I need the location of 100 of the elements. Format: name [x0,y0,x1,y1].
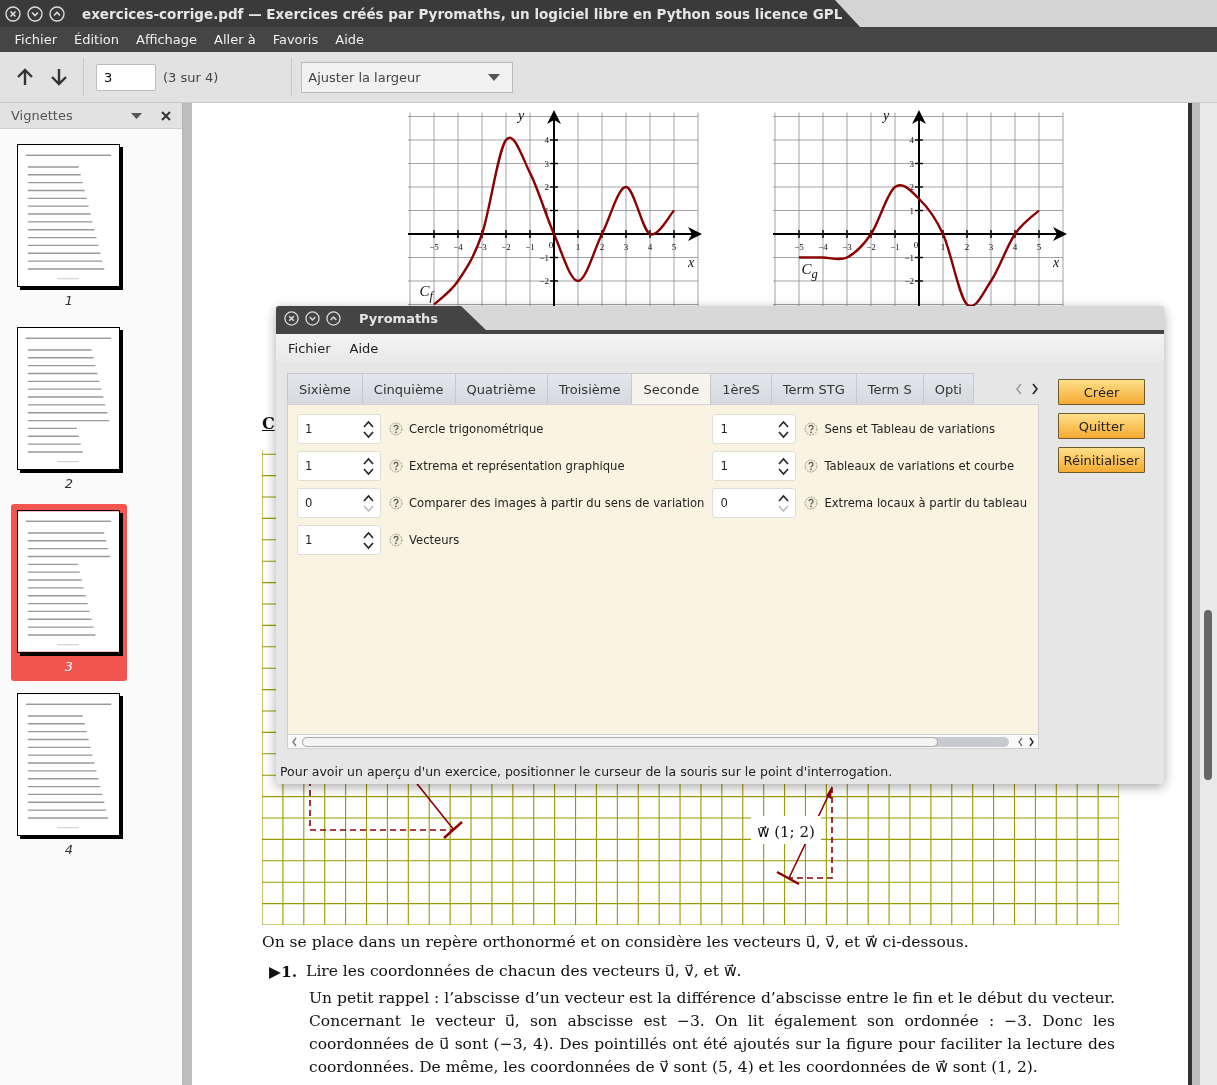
page-thumbnail-item[interactable]: 2 [11,321,127,498]
tick-label: −2 [539,276,549,286]
chevron-right-icon[interactable] [1028,736,1035,747]
tick-label: −1 [890,242,900,252]
tab[interactable]: Term STG [770,373,857,404]
menu-item[interactable]: Fichier [288,340,331,356]
spin-box[interactable]: 1 [712,451,797,481]
arrow-up-icon[interactable] [15,67,35,87]
spin-box[interactable]: 1 [712,414,797,444]
tab[interactable]: Quatrième [454,373,548,404]
menu-item[interactable]: Aide [349,340,379,356]
chevron-right-icon[interactable] [1031,382,1039,395]
spin-down-icon[interactable] [778,467,790,476]
tick-label: −5 [794,242,804,252]
menu-item[interactable]: Favoris [264,32,327,47]
spin-box[interactable]: 1 [297,525,381,555]
exercise-label: Tableaux de variations et courbe [824,459,1014,473]
curve-label: C$_{g}$ [801,261,818,282]
page-thumbnail-item[interactable]: 1 [11,138,127,315]
menu-item[interactable]: Aide [326,32,373,47]
tick-label: −1 [904,252,914,263]
tick-label: −2 [904,276,914,286]
action-button[interactable]: Quitter [1058,413,1145,439]
tick-label: 2 [599,242,605,252]
help-icon[interactable] [804,422,819,436]
minimize-icon[interactable] [27,5,43,22]
tick-label: 4 [647,242,653,252]
help-icon[interactable] [804,496,819,510]
status-text: Pour avoir un aperçu d'un exercice, positionner le curseur de la souris sur le point d'interrogation. [280,764,894,779]
page-number-label: 2 [64,476,74,493]
explanation-paragraph: Un petit rappel : l’abscisse d’un vecteur est la différence d’abscisse entre le fin et le début du vecteur. Concernant le vecteur u⃗, son abscisse est −3. On lit également son ordonnée : −3. Donc les coordonnées de u⃗ sont (−3, 4). Des pointillés ont été ajoutés sur la figure pour faciliter la lecture des coordonnées. De même, les coordonnées de v⃗ sont (5, 4) et les coordonnées de w⃗ sont (1, 2). [309,988,1115,1078]
menu-item[interactable]: Aller à [205,32,265,47]
tab[interactable]: 1èreS [710,373,772,404]
tick-label: 3 [544,158,549,169]
exercise-label: Comparer des images à partir du sens de variation [409,496,705,510]
action-button[interactable]: Créer [1058,379,1145,405]
scrollbar-thumb[interactable] [302,736,939,747]
page-number-label: 3 [64,659,74,676]
scrollbar[interactable] [287,735,1039,749]
menu-item[interactable]: Fichier [6,32,66,47]
spin-up-icon[interactable] [363,456,374,465]
close-icon[interactable] [161,110,171,121]
help-icon[interactable] [804,459,819,473]
spin-up-icon[interactable] [778,493,790,502]
maximize-icon[interactable] [49,5,65,22]
page-count: (3 sur 4) [163,69,219,85]
tab[interactable]: Seconde [631,373,712,404]
arrow-down-icon[interactable] [49,67,69,87]
tick-label: −2 [866,242,876,252]
axis-label: x [688,255,695,270]
spin-down-icon[interactable] [363,541,374,550]
menu-item[interactable]: Affichage [127,32,206,47]
spin-up-icon[interactable] [363,419,374,428]
tick-label: 3 [909,158,914,169]
tick-label: 2 [544,182,549,192]
spin-down-icon[interactable] [778,430,790,439]
tick-label: 5 [671,242,677,252]
tab[interactable]: Cinquième [361,373,456,404]
chevron-left-icon[interactable] [1017,736,1024,747]
caret-icon[interactable] [131,112,142,119]
axis-label: x [1053,255,1060,270]
action-button[interactable]: Réinitialiser [1058,447,1145,473]
help-icon[interactable] [389,496,403,510]
spin-up-icon[interactable] [778,456,790,465]
help-icon[interactable] [389,459,403,473]
spin-box[interactable]: 0 [712,488,797,518]
maximize-icon[interactable] [326,310,341,326]
tab[interactable]: Term S [855,373,924,404]
scrollbar-thumb[interactable] [1204,610,1212,780]
spin-box[interactable]: 1 [297,414,381,444]
page-number-label: 1 [64,293,74,310]
help-icon[interactable] [389,422,403,436]
tick-label: 1 [909,205,914,216]
tick-label: 4 [909,135,914,145]
tick-label: −5 [429,242,439,252]
spin-box[interactable]: 0 [297,488,381,518]
page-thumbnail-item[interactable]: 4 [11,687,127,864]
exercise-label: Cercle trigonométrique [409,422,544,436]
page-number-label: 4 [64,842,74,859]
spin-up-icon[interactable] [363,530,374,539]
tab[interactable]: Troisième [546,373,633,404]
tick-label: −1 [525,242,535,252]
question-marker: ▶1. [269,961,298,983]
page-number-field[interactable]: 3 [96,63,156,91]
help-icon[interactable] [389,533,403,547]
menu-item[interactable]: Édition [65,32,128,47]
tab[interactable]: Sixième [287,373,363,404]
spin-down-icon[interactable] [363,430,374,439]
exercise-label: Extrema et représentation graphique [409,459,625,473]
spin-box[interactable]: 1 [297,451,381,481]
spin-up-icon[interactable] [363,493,374,502]
tab[interactable]: Opti [922,373,974,404]
minimize-icon[interactable] [305,310,320,326]
tick-label: −1 [539,252,549,263]
spin-up-icon[interactable] [778,419,790,428]
scrollbar[interactable] [1200,103,1217,1085]
chevron-left-icon[interactable] [291,736,298,747]
tick-label: 1 [940,242,946,252]
zoom-dropdown[interactable]: Ajuster la largeur [301,61,514,93]
spin-down-icon[interactable] [363,467,374,476]
